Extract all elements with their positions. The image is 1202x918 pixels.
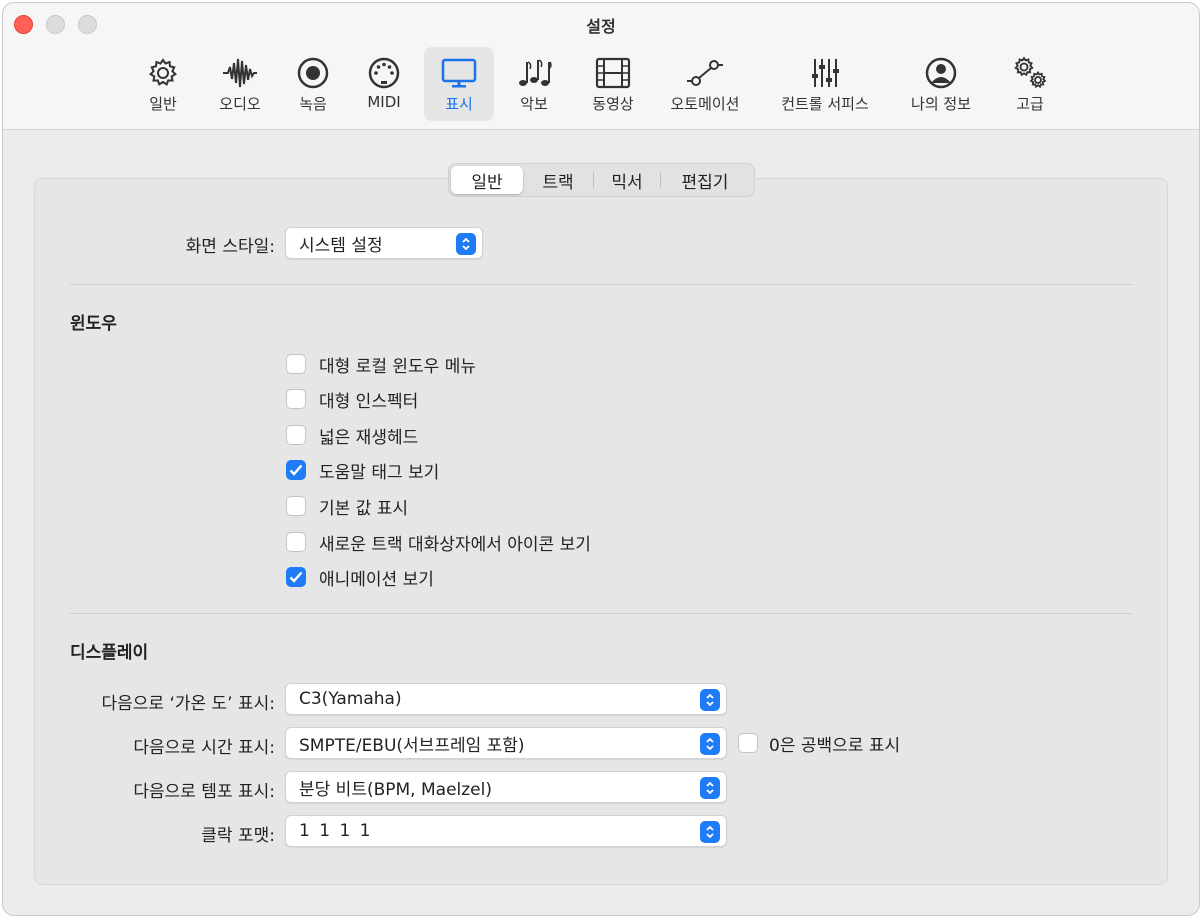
checkbox[interactable] xyxy=(286,532,306,552)
automation-icon xyxy=(685,55,725,91)
chevron-updown-icon xyxy=(700,733,720,755)
option-show-animations[interactable]: 애니메이션 보기 xyxy=(286,565,434,590)
midi-port-icon xyxy=(364,55,404,91)
option-show-help-tags[interactable]: 도움말 태그 보기 xyxy=(286,458,439,483)
chevron-updown-icon xyxy=(700,777,720,799)
option-zero-as-space[interactable]: 0은 공백으로 표시 xyxy=(738,731,900,756)
tempo-display-label: 다음으로 템포 표시: xyxy=(133,782,275,802)
option-large-local-menus[interactable]: 대형 로컬 윈도우 메뉴 xyxy=(286,352,476,377)
person-icon xyxy=(921,55,961,91)
middle-c-label: 다음으로 ‘가온 도’ 표시: xyxy=(101,694,275,714)
checkmark-icon xyxy=(289,571,303,583)
film-icon xyxy=(593,55,633,91)
clock-format-value: 1 1 1 1 xyxy=(299,821,371,841)
settings-window: 설정 일반 오디오 녹음 MIDI 표시 악보 동영상 오토메이션 컨트롤 서피… xyxy=(2,2,1200,916)
toolbar-advanced[interactable]: 고급 xyxy=(1001,47,1059,121)
option-show-default-values[interactable]: 기본 값 표시 xyxy=(286,494,408,519)
display-icon xyxy=(439,55,479,91)
checkbox-checked[interactable] xyxy=(286,460,306,480)
checkbox[interactable] xyxy=(738,733,758,753)
chevron-updown-icon xyxy=(456,233,476,255)
checkbox[interactable] xyxy=(286,496,306,516)
toolbar-record[interactable]: 녹음 xyxy=(287,47,339,121)
checkbox-checked[interactable] xyxy=(286,567,306,587)
checkbox[interactable] xyxy=(286,354,306,374)
waveform-icon xyxy=(220,55,260,91)
option-large-inspector[interactable]: 대형 인스펙터 xyxy=(286,387,418,412)
checkmark-icon xyxy=(289,464,303,476)
tab-bar: 일반 트랙 믹서 편집기 xyxy=(448,163,755,197)
sliders-icon xyxy=(805,55,845,91)
option-wide-playhead[interactable]: 넓은 재생헤드 xyxy=(286,423,418,448)
gear-icon xyxy=(143,55,183,91)
tab-mixer[interactable]: 믹서 xyxy=(594,166,660,194)
tab-track[interactable]: 트랙 xyxy=(523,166,593,194)
checkbox[interactable] xyxy=(286,425,306,445)
tab-general[interactable]: 일반 xyxy=(451,166,523,194)
music-notes-icon xyxy=(514,55,554,91)
record-icon xyxy=(293,55,333,91)
screen-style-popup[interactable]: 시스템 설정 xyxy=(285,227,483,259)
middle-c-value: C3(Yamaha) xyxy=(299,689,402,709)
divider xyxy=(70,284,1132,285)
toolbar-score[interactable]: 악보 xyxy=(508,47,560,121)
toolbar-display[interactable]: 표시 xyxy=(424,47,494,121)
toolbar-midi[interactable]: MIDI xyxy=(356,47,412,121)
time-display-value: SMPTE/EBU(서브프레임 포함) xyxy=(299,735,525,756)
toolbar-general[interactable]: 일반 xyxy=(135,47,191,121)
time-display-label: 다음으로 시간 표시: xyxy=(133,738,275,758)
divider xyxy=(70,613,1132,614)
tempo-display-popup[interactable]: 분당 비트(BPM, Maelzel) xyxy=(285,771,727,803)
middle-c-popup[interactable]: C3(Yamaha) xyxy=(285,683,727,715)
tempo-display-value: 분당 비트(BPM, Maelzel) xyxy=(299,779,492,800)
screen-style-label: 화면 스타일: xyxy=(185,237,275,257)
option-show-icons-new-track[interactable]: 새로운 트랙 대화상자에서 아이콘 보기 xyxy=(286,530,591,555)
gears-icon xyxy=(1010,55,1050,91)
window-title: 설정 xyxy=(586,17,616,36)
toolbar-my-info[interactable]: 나의 정보 xyxy=(898,47,984,121)
clock-format-popup[interactable]: 1 1 1 1 xyxy=(285,815,727,847)
toolbar-control-surfaces[interactable]: 컨트롤 서피스 xyxy=(768,47,882,121)
checkbox[interactable] xyxy=(286,389,306,409)
toolbar-audio[interactable]: 오디오 xyxy=(208,47,272,121)
clock-format-label: 클락 포맷: xyxy=(201,826,275,846)
titlebar: 설정 일반 오디오 녹음 MIDI 표시 악보 동영상 오토메이션 컨트롤 서피… xyxy=(3,3,1199,130)
toolbar-automation[interactable]: 오토메이션 xyxy=(663,47,747,121)
chevron-updown-icon xyxy=(700,689,720,711)
tab-editors[interactable]: 편집기 xyxy=(661,166,749,194)
windows-section-title: 윈도우 xyxy=(70,314,117,334)
time-display-popup[interactable]: SMPTE/EBU(서브프레임 포함) xyxy=(285,727,727,759)
toolbar-movie[interactable]: 동영상 xyxy=(580,47,646,121)
display-section-title: 디스플레이 xyxy=(70,643,149,663)
chevron-updown-icon xyxy=(700,821,720,843)
screen-style-value: 시스템 설정 xyxy=(299,235,383,256)
